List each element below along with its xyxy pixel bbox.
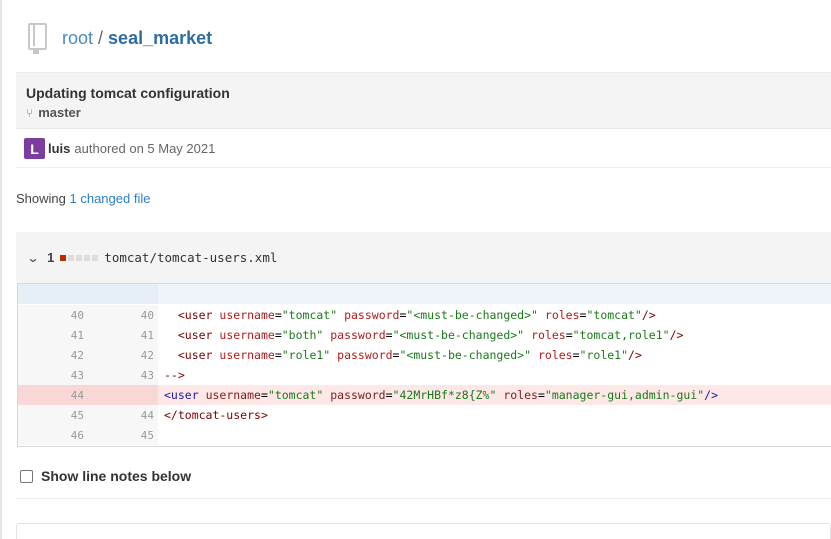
showing-label: Showing: [16, 191, 66, 206]
new-line-number[interactable]: 40: [88, 309, 158, 322]
hunk-header: [18, 284, 831, 304]
diff-line[interactable]: 41 41 <user username="both" password="<mu…: [18, 325, 831, 345]
line-number-gutter: 43 43: [18, 365, 158, 385]
show-line-notes-option[interactable]: Show line notes below: [20, 468, 191, 484]
diff-line-removed[interactable]: 44 <user username="tomcat" password="42Mr…: [18, 385, 831, 405]
diff-table: 40 40 <user username="tomcat" password="<…: [17, 283, 831, 447]
neutral-bar: [92, 254, 99, 261]
old-line-number[interactable]: 42: [18, 349, 88, 362]
commit-summary-box: Updating tomcat configuration ⑂ master: [16, 72, 831, 129]
commit-title: Updating tomcat configuration: [26, 85, 230, 101]
show-line-notes-checkbox[interactable]: [20, 469, 33, 483]
new-line-number[interactable]: 42: [88, 349, 158, 362]
show-line-notes-label[interactable]: Show line notes below: [41, 468, 191, 484]
diff-line[interactable]: 45 44 </tomcat-users>: [18, 405, 831, 425]
comment-box[interactable]: [16, 523, 831, 539]
chevron-down-icon[interactable]: ⌄: [26, 251, 39, 265]
code-line: <user username="tomcat" password="42MrHB…: [164, 388, 719, 402]
line-number-gutter: 40 40: [18, 305, 158, 325]
new-line-number[interactable]: 43: [88, 369, 158, 382]
new-line-number[interactable]: 41: [88, 329, 158, 342]
file-change-count: 1: [47, 250, 55, 265]
neutral-bar: [84, 254, 91, 261]
diff-line[interactable]: 43 43 -->: [18, 365, 831, 385]
code-line: <user username="both" password="<must-be…: [177, 328, 684, 342]
avatar[interactable]: L: [24, 138, 45, 159]
divider: [16, 498, 831, 499]
diff-line[interactable]: 40 40 <user username="tomcat" password="<…: [18, 305, 831, 325]
author-name[interactable]: luis: [48, 141, 70, 156]
line-number-gutter: 42 42: [18, 345, 158, 365]
new-line-number[interactable]: 44: [88, 409, 158, 422]
old-line-number[interactable]: 46: [18, 429, 88, 442]
branch-icon: ⑂: [26, 105, 34, 120]
branch-info: ⑂ master: [26, 105, 821, 120]
file-path[interactable]: tomcat/tomcat-users.xml: [104, 250, 277, 265]
old-line-number[interactable]: 44: [18, 389, 88, 402]
deletion-bar: [60, 254, 67, 261]
line-number-gutter: 44: [18, 385, 158, 405]
authored-date: authored on 5 May 2021: [74, 141, 216, 156]
neutral-bar: [76, 254, 83, 261]
old-line-number[interactable]: 43: [18, 369, 88, 382]
old-line-number[interactable]: 41: [18, 329, 88, 342]
neutral-bar: [68, 254, 75, 261]
line-number-gutter: 46 45: [18, 425, 158, 445]
code-line: <user username="role1" password="<must-b…: [177, 348, 642, 362]
line-number-gutter: 45 44: [18, 405, 158, 425]
new-line-number[interactable]: 45: [88, 429, 158, 442]
code-line: -->: [164, 368, 185, 382]
changed-files-link[interactable]: 1 changed file: [70, 191, 151, 206]
old-line-number[interactable]: 40: [18, 309, 88, 322]
code-line: <user username="tomcat" password="<must-…: [177, 308, 656, 322]
diff-line[interactable]: 46 45: [18, 425, 831, 445]
breadcrumb-repo-link[interactable]: seal_market: [108, 28, 212, 49]
diff-line[interactable]: 42 42 <user username="role1" password="<m…: [18, 345, 831, 365]
line-number-gutter: 41 41: [18, 325, 158, 345]
diffstat-bars: [60, 254, 99, 261]
repo-header: root / seal_market: [25, 18, 212, 58]
branch-name[interactable]: master: [38, 105, 81, 120]
old-line-number[interactable]: 45: [18, 409, 88, 422]
code-line: </tomcat-users>: [164, 408, 268, 422]
repository-book-icon: [25, 21, 51, 55]
left-border: [0, 0, 2, 539]
changed-files-summary: Showing 1 changed file: [16, 191, 150, 206]
diff-file-header[interactable]: ⌄ 1 tomcat/tomcat-users.xml: [16, 232, 831, 283]
breadcrumb-root-link[interactable]: root: [62, 28, 93, 49]
author-row: L luis authored on 5 May 2021: [16, 130, 831, 168]
breadcrumb-separator: /: [98, 27, 104, 48]
